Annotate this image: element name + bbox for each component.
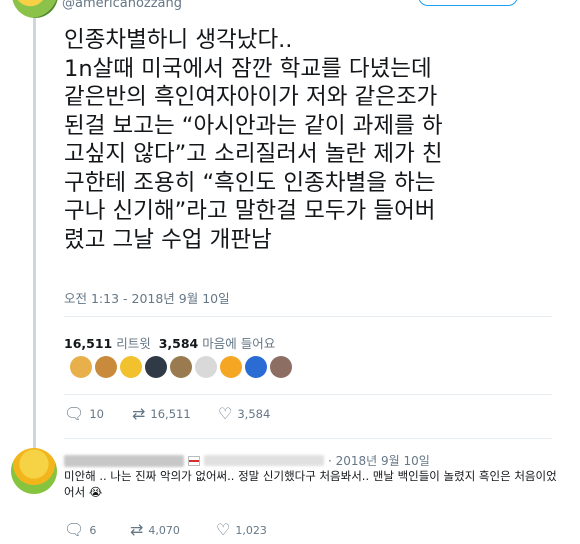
liker-avatar[interactable] [95,356,117,378]
liker-avatar[interactable] [145,356,167,378]
reply-author-avatar[interactable] [11,448,57,494]
divider [64,394,552,395]
liker-avatar[interactable] [270,356,292,378]
liker-avatar[interactable] [70,356,92,378]
reply-icon: 🗨 [64,404,85,423]
liker-avatar[interactable] [220,356,242,378]
liker-avatar[interactable] [120,356,142,378]
retweet-icon: ⇄ [130,520,144,539]
divider [64,316,552,317]
retweet-button[interactable]: ⇄ 4,070 [130,522,216,538]
thread-line [33,18,36,450]
author-handle[interactable]: @americanozzang [62,0,182,11]
like-label[interactable]: 마음에 들어요 [202,336,275,351]
like-button[interactable]: ♡ 1,023 [216,522,267,538]
liker-avatar[interactable] [170,356,192,378]
like-action-count: 3,584 [237,407,271,421]
reply-count: 10 [89,407,104,421]
like-button[interactable]: ♡ 3,584 [218,406,270,422]
reply-icon: 🗨 [64,520,85,539]
liker-avatar[interactable] [195,356,217,378]
reply-date[interactable]: · 2018년 9월 10일 [328,452,430,469]
reply-button[interactable]: 🗨 6 [64,522,130,538]
reply-header: · 2018년 9월 10일 [64,452,430,469]
likers-avatars [70,356,292,378]
author-avatar[interactable] [12,0,58,18]
like-count[interactable]: 3,584 [159,336,199,351]
heart-icon: ♡ [216,520,231,539]
tweet-timestamp[interactable]: 오전 1:13 - 2018년 9월 10일 [64,288,230,307]
retweet-label[interactable]: 리트윗 [116,336,151,351]
tweet-actions: 🗨 10 ⇄ 16,511 ♡ 3,584 [64,406,270,422]
like-action-count: 1,023 [235,523,267,537]
reply-author-handle-redacted[interactable] [204,455,324,466]
tweet-text: 인종차별하니 생각났다.. 1n살때 미국에서 잠깐 학교를 다녔는데 같은반의… [64,27,443,253]
reply-text: 미안해 .. 나는 진짜 악의가 없어써.. 정말 신기했다구 처음봐서.. 맨… [64,469,557,499]
flag-icon [188,455,200,466]
liker-avatar[interactable] [245,356,267,378]
reply-actions: 🗨 6 ⇄ 4,070 ♡ 1,023 [64,522,267,538]
divider [64,438,552,439]
retweet-icon: ⇄ [132,404,146,423]
follow-button[interactable] [418,0,518,6]
retweet-action-count: 4,070 [148,523,180,537]
reply-author-name-redacted[interactable] [64,454,184,467]
reply-count: 6 [89,523,97,537]
reply-button[interactable]: 🗨 10 [64,406,132,422]
retweet-action-count: 16,511 [150,407,191,421]
retweet-button[interactable]: ⇄ 16,511 [132,406,218,422]
heart-icon: ♡ [218,404,233,423]
retweet-count[interactable]: 16,511 [64,336,112,351]
tweet-stats: 16,511 리트윗 3,584 마음에 들어요 [64,333,275,352]
